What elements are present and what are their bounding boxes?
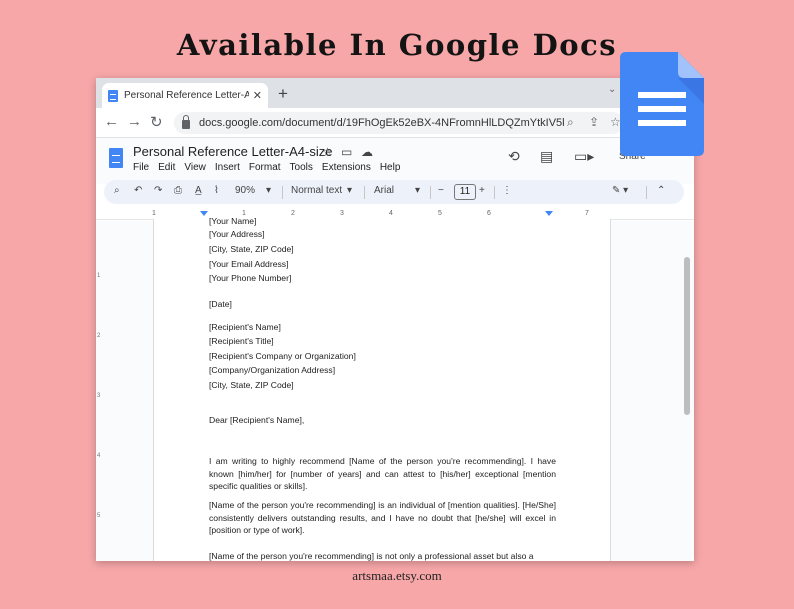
sender-name: [Your Name] bbox=[209, 216, 257, 226]
footer-shop-url: artsmaa.etsy.com bbox=[352, 568, 442, 583]
star-icon[interactable]: ☆ bbox=[322, 145, 333, 159]
body-paragraph: I am writing to highly recommend [Name o… bbox=[209, 456, 556, 491]
ruler-number: 5 bbox=[438, 210, 442, 217]
decrease-font-button[interactable]: − bbox=[438, 185, 444, 196]
divider bbox=[430, 186, 431, 199]
spellcheck-icon[interactable]: A̲ bbox=[195, 185, 202, 196]
reload-icon[interactable]: ↻ bbox=[150, 113, 163, 131]
browser-tab[interactable]: Personal Reference Letter-A4-size ✕ bbox=[102, 83, 268, 108]
recipient-company: [Recipient's Company or Organization] bbox=[209, 351, 356, 361]
recipient-address: [Company/Organization Address] bbox=[209, 365, 336, 375]
body-paragraph: [Name of the person you're recommending]… bbox=[209, 551, 534, 561]
collapse-menus-icon[interactable]: ⌃ bbox=[657, 185, 665, 196]
google-docs-logo-icon bbox=[620, 52, 704, 156]
style-select[interactable]: Normal text bbox=[291, 185, 342, 196]
menu-edit[interactable]: Edit bbox=[158, 162, 175, 173]
document-canvas: 1 2 3 4 5 [Your Name] [Your Address] [Ci… bbox=[96, 216, 694, 561]
divider bbox=[282, 186, 283, 199]
menu-view[interactable]: View bbox=[184, 162, 206, 173]
chevron-down-icon[interactable]: ▾ bbox=[415, 185, 420, 196]
chevron-down-icon[interactable]: ▾ bbox=[266, 185, 271, 196]
move-folder-icon[interactable]: ▭ bbox=[341, 145, 352, 159]
version-history-icon[interactable]: ⟲ bbox=[508, 148, 520, 165]
docs-logo-icon[interactable] bbox=[109, 148, 123, 168]
salutation: Dear [Recipient's Name], bbox=[209, 415, 305, 425]
address-row: ← → ↻ docs.google.com/document/d/19FhOgE… bbox=[96, 108, 694, 138]
menu-bar: File Edit View Insert Format Tools Exten… bbox=[133, 162, 400, 173]
ruler-number: 2 bbox=[291, 210, 295, 217]
increase-font-button[interactable]: + bbox=[479, 185, 485, 196]
ruler-number: 3 bbox=[340, 210, 344, 217]
browser-window: Personal Reference Letter-A4-size ✕ + ⌄ … bbox=[96, 78, 694, 561]
divider bbox=[646, 186, 647, 199]
sender-phone: [Your Phone Number] bbox=[209, 273, 292, 283]
address-bar[interactable]: docs.google.com/document/d/19FhOgEk52eBX… bbox=[174, 112, 624, 134]
font-size-input[interactable]: 11 bbox=[454, 184, 476, 200]
sender-address: [Your Address] bbox=[209, 229, 265, 239]
vertical-ruler: 1 2 3 4 5 bbox=[96, 221, 106, 561]
formatting-toolbar: ⌕ ↶ ↷ ⎙ A̲ ⌇ 90% ▾ Normal text ▾ Arial ▾… bbox=[104, 180, 684, 204]
font-select[interactable]: Arial bbox=[374, 185, 394, 196]
menu-help[interactable]: Help bbox=[380, 162, 401, 173]
back-icon[interactable]: ← bbox=[104, 113, 119, 130]
document-title[interactable]: Personal Reference Letter-A4-size bbox=[133, 144, 332, 159]
sender-email: [Your Email Address] bbox=[209, 259, 289, 269]
docs-favicon-icon bbox=[108, 89, 118, 102]
menu-file[interactable]: File bbox=[133, 162, 149, 173]
tab-strip: Personal Reference Letter-A4-size ✕ + ⌄ bbox=[96, 78, 694, 108]
ruler-number: 7 bbox=[585, 210, 589, 217]
forward-icon[interactable]: → bbox=[127, 113, 142, 130]
ruler-number: 5 bbox=[97, 513, 101, 519]
body-paragraph: [Name of the person you're recommending]… bbox=[209, 500, 556, 535]
ruler-number: 1 bbox=[152, 210, 156, 217]
ruler-number: 1 bbox=[97, 273, 101, 279]
print-icon[interactable]: ⎙ bbox=[174, 185, 182, 196]
menu-tools[interactable]: Tools bbox=[290, 162, 313, 173]
tab-search-icon[interactable]: ⌄ bbox=[608, 84, 616, 95]
ruler-number: 2 bbox=[97, 333, 101, 339]
cloud-status-icon[interactable]: ☁ bbox=[361, 145, 373, 159]
ruler-number: 6 bbox=[487, 210, 491, 217]
recipient-name: [Recipient's Name] bbox=[209, 322, 281, 332]
ruler-number: 3 bbox=[97, 393, 101, 399]
ruler-number: 4 bbox=[97, 453, 101, 459]
comments-icon[interactable]: ▤ bbox=[540, 148, 553, 165]
menu-extensions[interactable]: Extensions bbox=[322, 162, 371, 173]
tab-close-icon[interactable]: ✕ bbox=[253, 89, 262, 102]
paint-format-icon[interactable]: ⌇ bbox=[214, 185, 219, 196]
letter-date: [Date] bbox=[209, 299, 232, 309]
sender-city: [City, State, ZIP Code] bbox=[209, 244, 294, 254]
editing-mode-icon[interactable]: ✎ ▾ bbox=[612, 185, 628, 196]
vertical-scrollbar[interactable] bbox=[684, 257, 690, 415]
divider bbox=[494, 186, 495, 199]
docs-header: Personal Reference Letter-A4-size ☆ ▭ ☁ … bbox=[96, 138, 694, 184]
url-text: docs.google.com/document/d/19FhOgEk52eBX… bbox=[199, 117, 564, 129]
recipient-title: [Recipient's Title] bbox=[209, 336, 274, 346]
ruler-number: 4 bbox=[389, 210, 393, 217]
divider bbox=[364, 186, 365, 199]
menu-format[interactable]: Format bbox=[249, 162, 281, 173]
meet-camera-icon[interactable]: ▭▸ bbox=[574, 148, 594, 165]
tab-title: Personal Reference Letter-A4-size bbox=[124, 90, 249, 101]
redo-icon[interactable]: ↷ bbox=[154, 185, 162, 196]
lock-icon bbox=[182, 115, 190, 129]
more-options-icon[interactable]: ⋮ bbox=[502, 185, 512, 196]
search-menus-icon[interactable]: ⌕ bbox=[114, 185, 120, 196]
right-indent-marker[interactable] bbox=[545, 211, 553, 216]
left-indent-marker[interactable] bbox=[200, 211, 208, 216]
zoom-icon[interactable]: ⌕ bbox=[567, 115, 574, 130]
share-page-icon[interactable]: ⇪ bbox=[589, 115, 599, 129]
new-tab-button[interactable]: + bbox=[278, 84, 288, 104]
undo-icon[interactable]: ↶ bbox=[134, 185, 142, 196]
chevron-down-icon[interactable]: ▾ bbox=[347, 185, 352, 196]
menu-insert[interactable]: Insert bbox=[215, 162, 240, 173]
document-page[interactable]: [Your Name] [Your Address] [City, State,… bbox=[153, 216, 611, 561]
recipient-city: [City, State, ZIP Code] bbox=[209, 380, 294, 390]
zoom-select[interactable]: 90% bbox=[235, 185, 255, 196]
